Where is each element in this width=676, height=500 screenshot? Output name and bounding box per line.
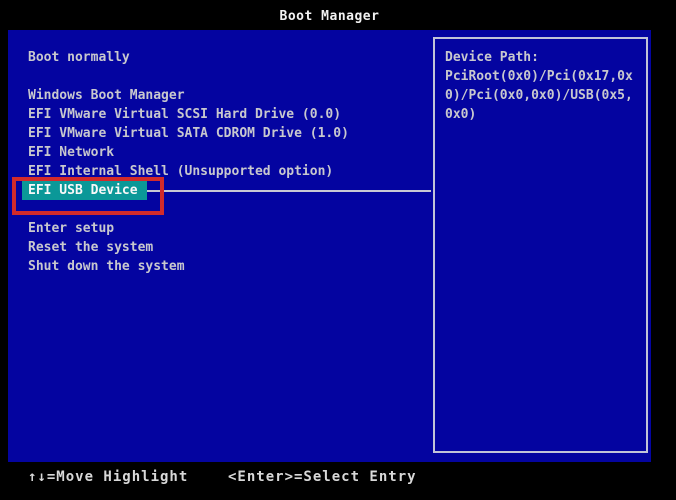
key-hints-bar: ↑↓=Move Highlight <Enter>=Select Entry — [0, 467, 676, 487]
select-entry-hint: <Enter>=Select Entry — [228, 467, 417, 487]
boot-menu-item-enter-setup[interactable]: Enter setup — [28, 219, 349, 238]
boot-menu-item-boot-normally[interactable]: Boot normally — [28, 48, 349, 67]
device-path-line-3: 0x0) — [445, 105, 640, 124]
boot-menu-item-efi-network[interactable]: EFI Network — [28, 143, 349, 162]
device-path-line-1: PciRoot(0x0)/Pci(0x17,0x — [445, 67, 640, 86]
device-path-panel: Device Path: PciRoot(0x0)/Pci(0x17,0x 0)… — [433, 37, 648, 453]
boot-manager-screen: Boot Manager Boot normally Windows Boot … — [0, 0, 676, 500]
boot-menu-item-reset-system[interactable]: Reset the system — [28, 238, 349, 257]
device-path-line-2: 0)/Pci(0x0,0x0)/USB(0x5, — [445, 86, 640, 105]
screen-title: Boot Manager — [8, 6, 651, 28]
move-highlight-hint: ↑↓=Move Highlight — [28, 467, 188, 487]
boot-menu-item-windows-boot-manager[interactable]: Windows Boot Manager — [28, 86, 349, 105]
boot-menu-item-shut-down-system[interactable]: Shut down the system — [28, 257, 349, 276]
boot-menu-item-scsi-hard-drive[interactable]: EFI VMware Virtual SCSI Hard Drive (0.0) — [28, 105, 349, 124]
boot-menu-item-sata-cdrom-drive[interactable]: EFI VMware Virtual SATA CDROM Drive (1.0… — [28, 124, 349, 143]
device-path-heading: Device Path: — [445, 48, 640, 67]
boot-menu: Boot normally Windows Boot Manager EFI V… — [28, 48, 349, 276]
annotation-highlight-box — [12, 177, 164, 215]
